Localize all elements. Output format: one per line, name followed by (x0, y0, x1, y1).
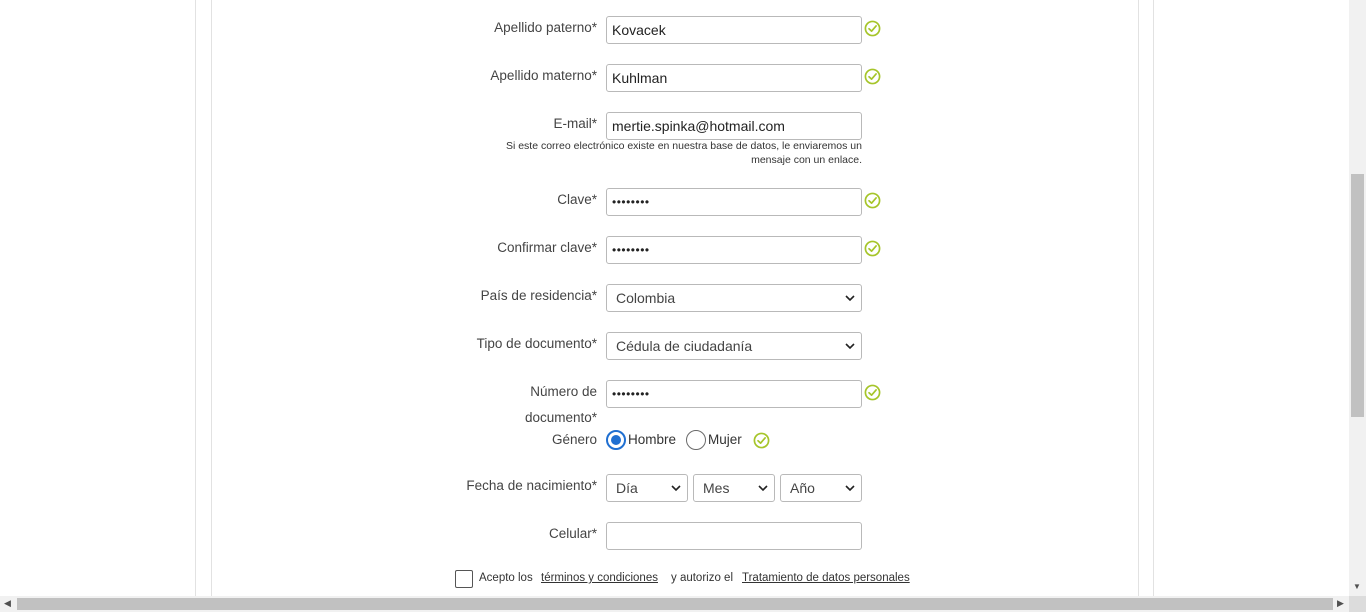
horizontal-scrollbar[interactable]: ◀ ▶ (0, 596, 1349, 612)
fecha-nacimiento-label: Fecha de nacimiento* (466, 478, 597, 493)
pais-label: País de residencia* (480, 288, 597, 303)
tipo-documento-label: Tipo de documento* (476, 336, 597, 351)
pais-selected-value: Colombia (616, 290, 676, 306)
dia-select[interactable]: Día (606, 474, 688, 502)
scroll-left-icon[interactable]: ◀ (4, 598, 11, 609)
numero-documento-input[interactable]: •••••••• (606, 380, 862, 408)
data-policy-link[interactable]: Tratamiento de datos personales (742, 572, 910, 584)
scrollbar-corner (1349, 596, 1366, 612)
chevron-down-icon (671, 485, 681, 492)
genero-hombre-label[interactable]: Hombre (628, 432, 676, 447)
horizontal-scrollbar-thumb[interactable] (17, 598, 1333, 610)
mes-selected-value: Mes (703, 480, 730, 496)
clave-label: Clave* (557, 192, 597, 207)
scroll-down-icon[interactable]: ▼ (1353, 582, 1361, 591)
terms-checkbox[interactable] (455, 570, 473, 588)
genero-label: Género (551, 432, 597, 447)
chevron-down-icon (845, 485, 855, 492)
email-hint: Si este correo electrónico existe en nue… (505, 140, 862, 166)
terms-link[interactable]: términos y condiciones (541, 572, 658, 584)
check-circle-icon (864, 384, 881, 401)
tipo-documento-select[interactable]: Cédula de ciudadanía (606, 332, 862, 360)
dia-selected-value: Día (616, 480, 638, 496)
chevron-down-icon (845, 343, 855, 350)
anio-select[interactable]: Año (780, 474, 862, 502)
tipo-documento-selected-value: Cédula de ciudadanía (616, 338, 753, 354)
check-circle-icon (864, 240, 881, 257)
apellido-materno-input[interactable]: Kuhlman (606, 64, 862, 92)
celular-input[interactable] (606, 522, 862, 550)
check-circle-icon (864, 68, 881, 85)
apellido-paterno-input[interactable]: Kovacek (606, 16, 862, 44)
anio-selected-value: Año (790, 480, 815, 496)
mes-select[interactable]: Mes (693, 474, 775, 502)
terms-prefix: Acepto los (479, 572, 533, 584)
apellido-materno-label: Apellido materno* (490, 68, 597, 83)
apellido-paterno-label: Apellido paterno* (494, 20, 597, 35)
clave-input[interactable]: •••••••• (606, 188, 862, 216)
confirmar-clave-input[interactable]: •••••••• (606, 236, 862, 264)
check-circle-icon (864, 192, 881, 209)
genero-mujer-label[interactable]: Mujer (708, 432, 742, 447)
genero-hombre-radio[interactable] (606, 430, 626, 450)
scroll-right-icon[interactable]: ▶ (1337, 598, 1344, 609)
email-label: E-mail* (553, 116, 597, 131)
check-circle-icon (753, 432, 770, 449)
celular-label: Celular* (548, 526, 597, 541)
email-input[interactable]: mertie.spinka@hotmail.com (606, 112, 862, 140)
chevron-down-icon (845, 295, 855, 302)
chevron-down-icon (758, 485, 768, 492)
genero-mujer-radio[interactable] (686, 430, 706, 450)
confirmar-clave-label: Confirmar clave* (497, 240, 597, 255)
vertical-scrollbar[interactable]: ▼ (1349, 0, 1366, 596)
numero-documento-label: Número de documento* (524, 384, 597, 425)
pais-select[interactable]: Colombia (606, 284, 862, 312)
vertical-scrollbar-thumb[interactable] (1351, 174, 1364, 417)
terms-middle: y autorizo el (671, 572, 734, 584)
check-circle-icon (864, 20, 881, 37)
